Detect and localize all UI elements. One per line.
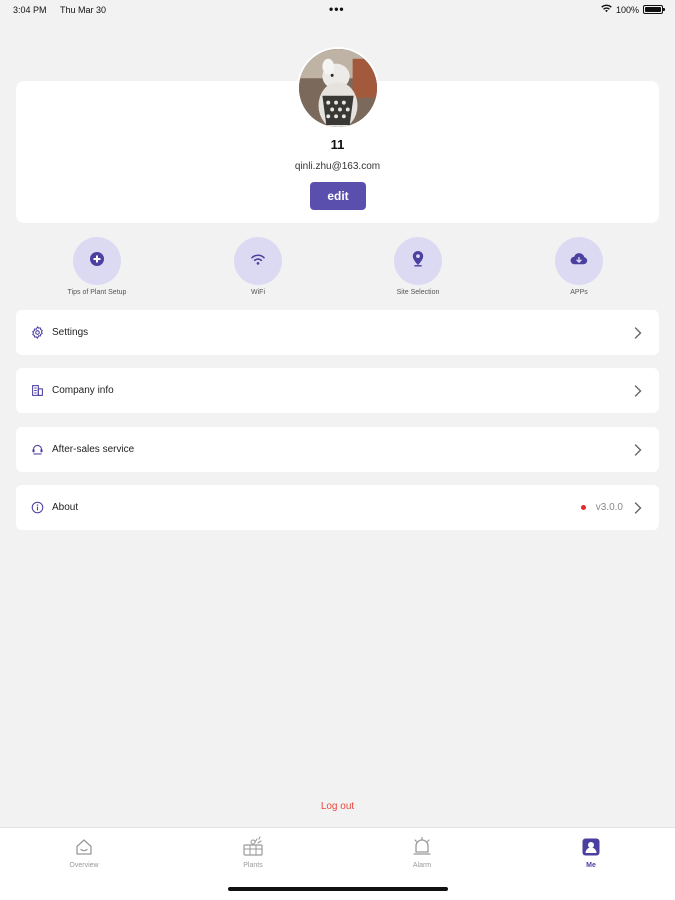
avatar[interactable] (297, 47, 379, 129)
cloud-download-icon (570, 252, 588, 271)
alarm-bell-icon (411, 836, 433, 858)
tab-overview[interactable]: Overview (44, 836, 124, 869)
chevron-right-icon (631, 443, 645, 457)
tab-plants[interactable]: Plants (213, 836, 293, 869)
shortcut-circle (555, 237, 603, 285)
user-email: qinli.zhu@163.com (294, 161, 381, 172)
gear-icon (30, 326, 44, 340)
menu-label: After-sales service (52, 444, 135, 455)
shortcut-apps[interactable]: APPs (529, 237, 629, 296)
shortcut-tips-of-plant-setup[interactable]: Tips of Plant Setup (47, 237, 147, 296)
status-date: Thu Mar 30 (60, 5, 107, 15)
logout-button[interactable]: Log out (0, 801, 675, 812)
tab-me[interactable]: Me (551, 836, 631, 869)
menu-label: About (52, 502, 79, 513)
wifi-status-icon (601, 4, 612, 15)
user-icon (580, 836, 602, 858)
home-icon (73, 836, 95, 858)
shortcut-circle (73, 237, 121, 285)
shortcut-circle (394, 237, 442, 285)
edit-profile-button[interactable]: edit (310, 182, 366, 210)
update-badge-dot (580, 505, 586, 510)
menu-row-about[interactable]: About v3.0.0 (16, 485, 659, 530)
status-indicators: 100% (601, 4, 665, 15)
chevron-right-icon (631, 501, 645, 515)
battery-icon (643, 5, 665, 14)
wifi-icon (250, 252, 266, 271)
plus-circle-icon (89, 251, 105, 272)
building-icon (30, 384, 44, 398)
chevron-right-icon (631, 384, 645, 398)
shortcut-circle (234, 237, 282, 285)
menu-row-settings[interactable]: Settings (16, 310, 659, 355)
home-indicator[interactable] (228, 887, 448, 891)
tab-label: Overview (69, 862, 99, 869)
status-time: 3:04 PM (13, 5, 47, 15)
tab-label: Plants (243, 862, 263, 869)
shortcut-site-selection[interactable]: Site Selection (368, 237, 468, 296)
battery-percent: 100% (615, 4, 639, 15)
multitask-dots[interactable]: ••• (329, 2, 345, 16)
menu-label: Settings (52, 327, 89, 338)
shortcut-wifi[interactable]: WiFi (208, 237, 308, 296)
info-icon (30, 501, 44, 515)
chevron-right-icon (631, 326, 645, 340)
status-bar: 3:04 PM Thu Mar 30 ••• 100% (0, 0, 675, 20)
menu-label: Company info (52, 385, 114, 396)
plant-icon (242, 836, 264, 858)
shortcut-label: Site Selection (396, 289, 440, 296)
support-agent-icon (30, 443, 44, 457)
tab-label: Alarm (412, 862, 432, 869)
location-pin-icon (411, 250, 425, 272)
shortcut-label: Tips of Plant Setup (67, 289, 127, 296)
tab-label: Me (586, 862, 596, 869)
user-name: 11 (330, 137, 345, 152)
shortcut-label: WiFi (251, 289, 265, 296)
tab-alarm[interactable]: Alarm (382, 836, 462, 869)
shortcut-label: APPs (570, 289, 588, 296)
app-version: v3.0.0 (595, 502, 623, 513)
menu-row-company-info[interactable]: Company info (16, 368, 659, 413)
menu-row-after-sales-service[interactable]: After-sales service (16, 427, 659, 472)
